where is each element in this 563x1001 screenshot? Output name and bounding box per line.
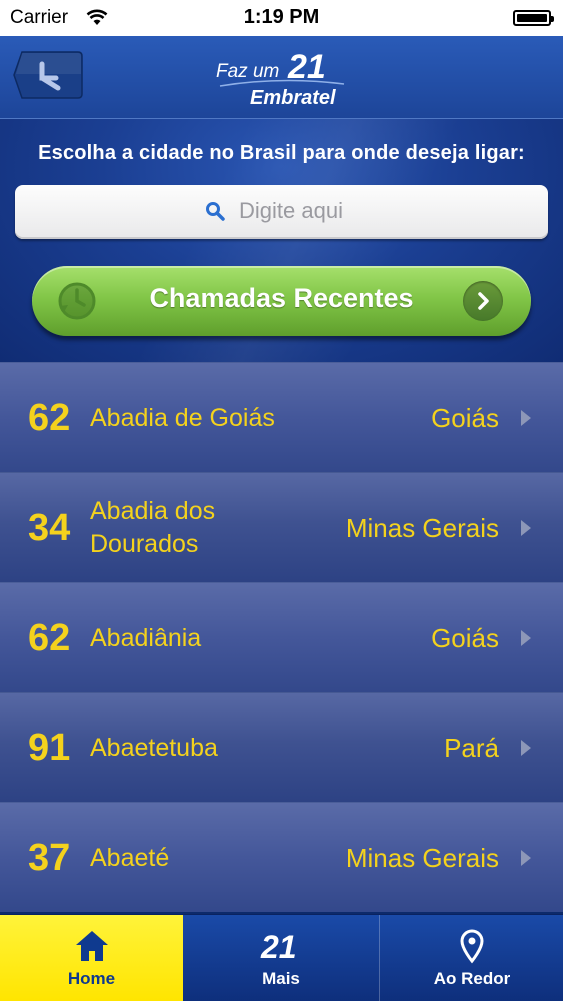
recent-calls-label: Chamadas Recentes [149, 283, 414, 313]
city-name: Abaetetuba [90, 733, 218, 762]
state-name: Minas Gerais [345, 513, 499, 543]
disclosure-arrow-icon [521, 520, 531, 536]
area-code: 34 [28, 507, 71, 549]
disclosure-arrow-icon [521, 850, 531, 866]
search-input[interactable]: Digite aqui [15, 185, 548, 239]
disclosure-arrow-icon [521, 630, 531, 646]
tab-bar: Home 21 Mais Ao Redor [0, 914, 563, 1001]
recent-calls-button[interactable]: Chamadas Recentes [32, 266, 531, 336]
state-name: Goiás [431, 623, 499, 653]
status-time: 1:19 PM [243, 6, 320, 28]
area-code: 91 [28, 727, 71, 769]
tab-ao-redor[interactable]: Ao Redor [379, 915, 563, 1001]
embratel-logo: Faz um 21 Embratel [216, 48, 345, 109]
status-bar: Carrier 1:19 PM [0, 0, 563, 36]
chevron-right-icon [478, 292, 489, 310]
city-row[interactable]: 62 Abadia de Goiás Goiás [0, 362, 563, 472]
city-name: Abadiânia [90, 623, 202, 652]
recent-calls-chevron [463, 281, 503, 321]
city-prompt: Escolha a cidade no Brasil para onde des… [38, 142, 525, 164]
navigation-bar: Faz um 21 Embratel [0, 36, 563, 119]
city-row[interactable]: 34 Abadia dos Dourados Minas Gerais [0, 472, 563, 582]
home-icon [75, 931, 108, 961]
state-name: Minas Gerais [345, 843, 499, 873]
location-pin-icon [460, 929, 484, 964]
tab-mais[interactable]: 21 Mais [183, 915, 379, 1001]
city-row[interactable]: 62 Abadiânia Goiás [0, 582, 563, 692]
tab-home[interactable]: Home [0, 915, 183, 1001]
state-name: Pará [444, 733, 499, 763]
header-area: Faz um 21 Embratel Escolha a cidade no B… [0, 36, 563, 362]
back-button[interactable] [12, 48, 84, 102]
tab-ao-redor-label: Ao Redor [433, 969, 511, 988]
city-list: 62 Abadia de Goiás Goiás 34 Abadia dos D… [0, 362, 563, 914]
city-row[interactable]: 91 Abaetetuba Pará [0, 692, 563, 802]
tab-home-label: Home [67, 969, 116, 988]
city-name: Abadia de Goiás [90, 403, 275, 432]
state-name: Goiás [431, 403, 499, 433]
svg-text:Embratel: Embratel [250, 87, 336, 109]
battery-icon [513, 10, 554, 26]
area-code: 62 [28, 617, 71, 659]
svg-text:21: 21 [260, 929, 297, 963]
city-row[interactable]: 37 Abaeté Minas Gerais [0, 802, 563, 912]
disclosure-arrow-icon [521, 740, 531, 756]
city-name: Abadia dos Dourados [90, 497, 216, 558]
21-logo-icon: 21 [260, 929, 297, 963]
tab-mais-label: Mais [262, 969, 300, 988]
area-code: 37 [28, 837, 71, 879]
search-placeholder: Digite aqui [239, 198, 343, 223]
svg-text:Faz um: Faz um [216, 61, 279, 82]
area-code: 62 [28, 397, 71, 439]
disclosure-arrow-icon [521, 410, 531, 426]
search-icon [206, 202, 225, 221]
city-name: Abaeté [90, 843, 170, 872]
